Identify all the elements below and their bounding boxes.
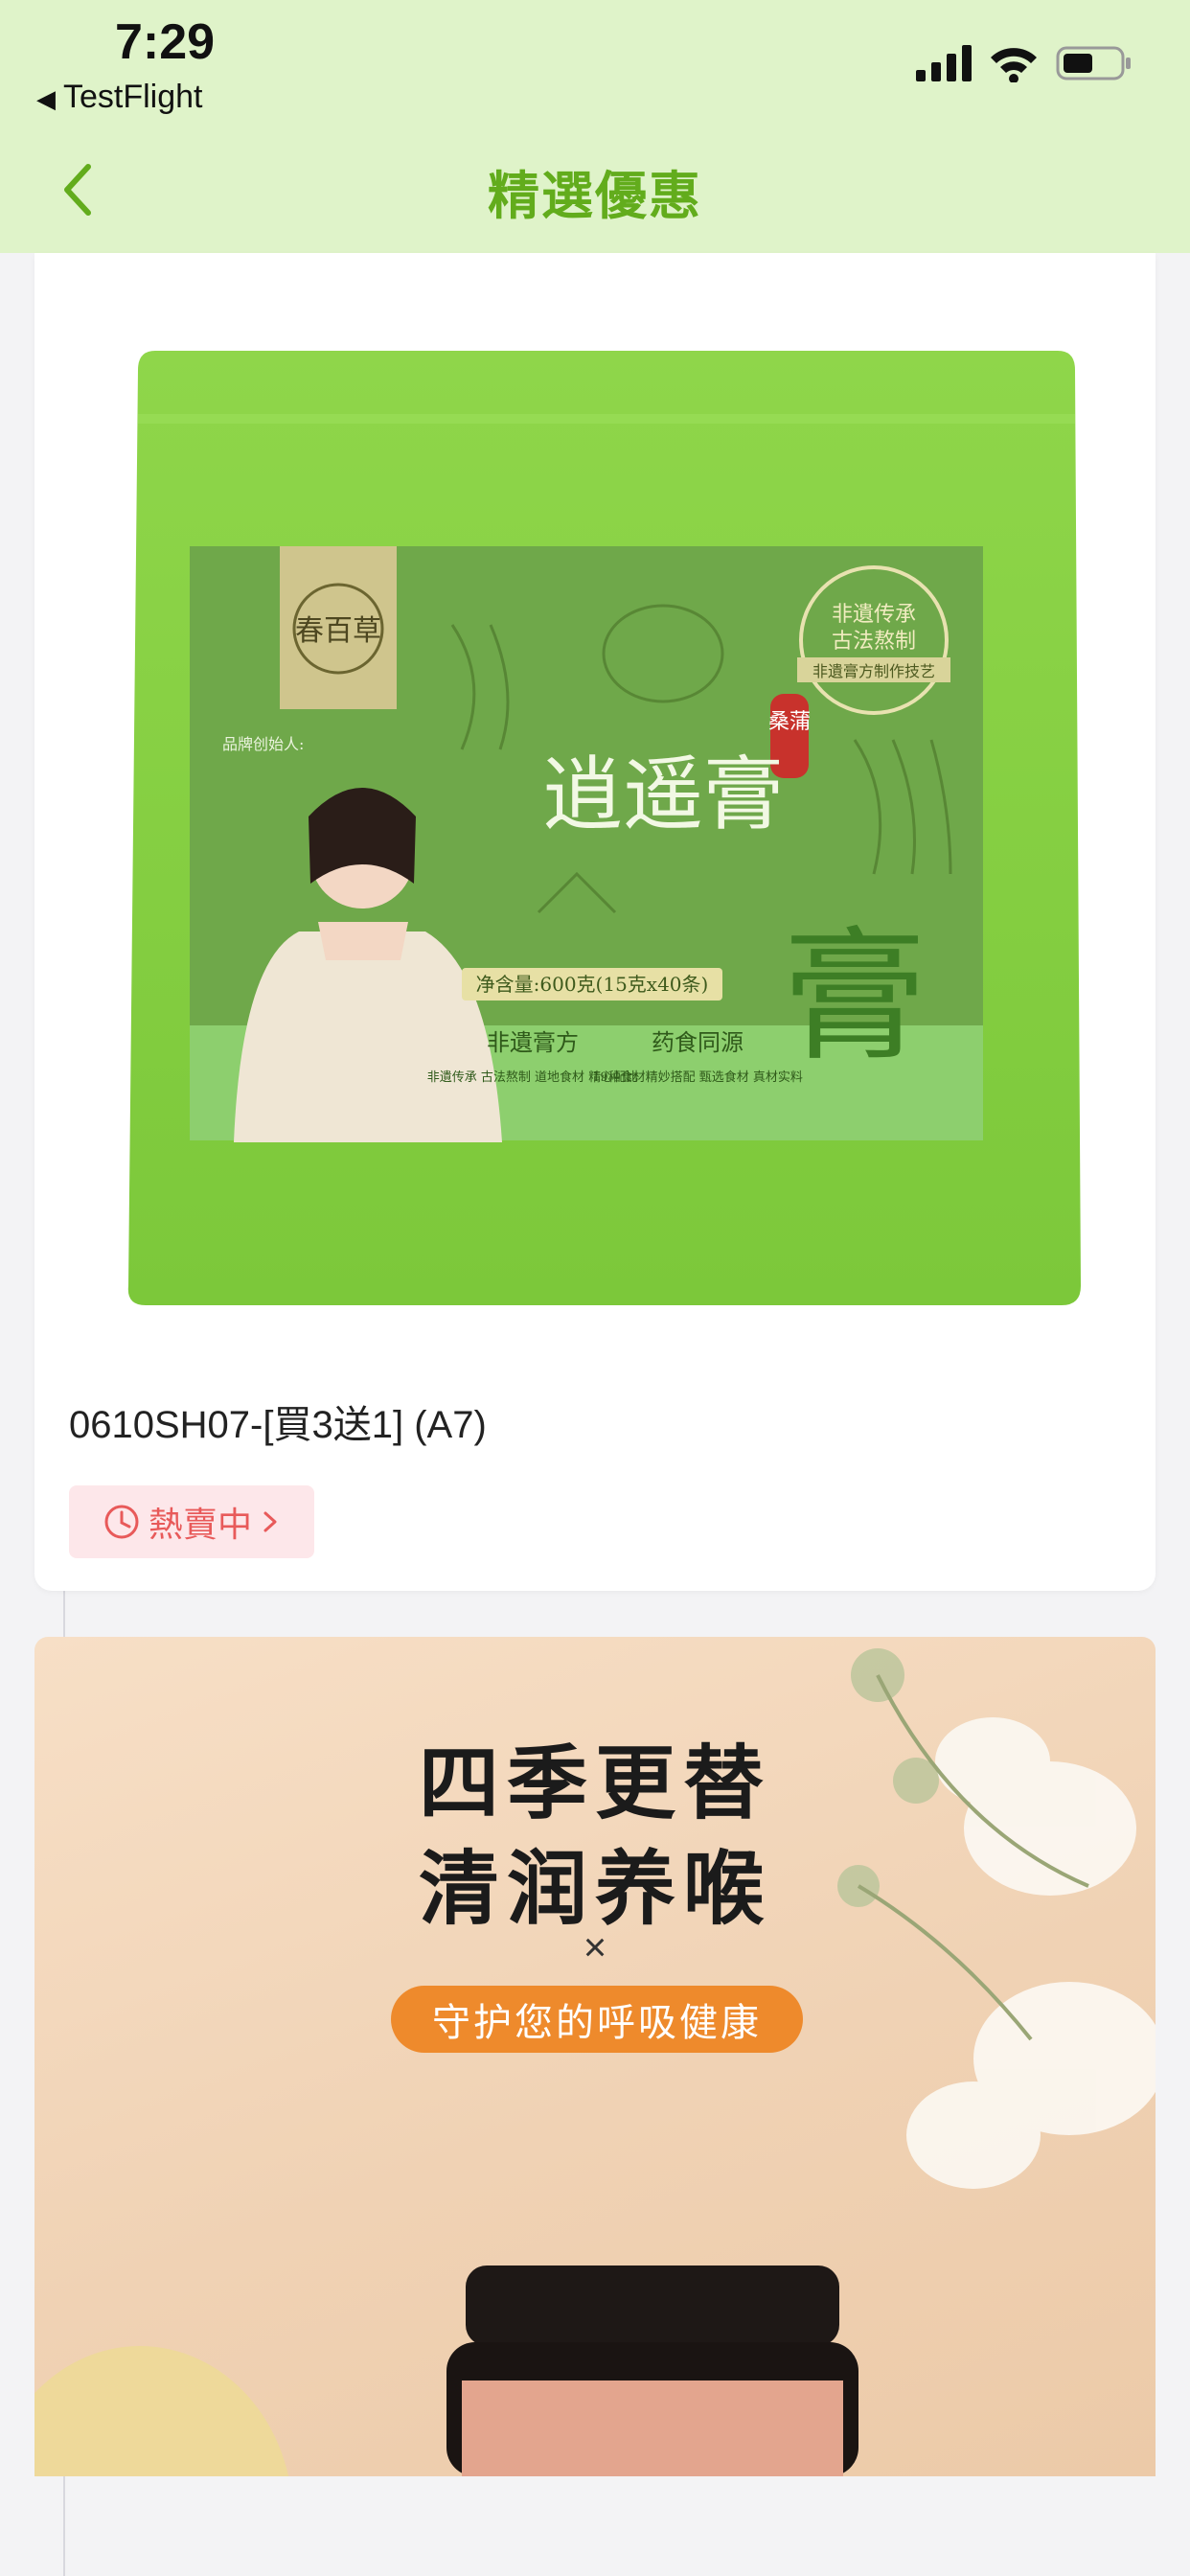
wifi-icon xyxy=(991,48,1037,82)
feature-2-title: 药食同源 xyxy=(652,1029,744,1056)
stamp-line1: 非遺传承 xyxy=(832,603,916,627)
clock-icon xyxy=(104,1505,139,1539)
feature-1-title: 非遺膏方 xyxy=(487,1029,579,1056)
battery-icon xyxy=(1056,46,1131,80)
chevron-right-icon xyxy=(263,1511,277,1532)
app-header: 7:29 ◀ TestFlight 精選優惠 xyxy=(0,0,1190,253)
back-triangle-icon: ◀ xyxy=(36,84,56,113)
feature-2-desc: 19种食材精妙搭配 甄选食材 真材实料 xyxy=(592,1070,803,1085)
product-tag: 桑蒲 xyxy=(768,710,811,734)
jar-illustration xyxy=(446,2266,858,2476)
product-card[interactable]: 春百草 非遺传承 古法熬制 非遺膏方制作技艺 桑蒲 逍遥膏 品牌创始人: 净含量… xyxy=(34,253,1156,1591)
status-icons xyxy=(916,42,1133,84)
stamp-line3: 非遺膏方制作技艺 xyxy=(812,662,935,680)
back-app-label: TestFlight xyxy=(63,79,203,115)
stamp-line2: 古法熬制 xyxy=(832,630,916,654)
status-badge[interactable]: 熱賣中 xyxy=(69,1485,314,1558)
banner-separator: × xyxy=(583,1924,607,1969)
brand-logo-text: 春百草 xyxy=(295,614,381,648)
big-character: 膏 xyxy=(783,914,927,1081)
back-to-app-link[interactable]: ◀ TestFlight xyxy=(36,79,203,116)
product-image[interactable]: 春百草 非遺传承 古法熬制 非遺膏方制作技艺 桑蒲 逍遥膏 品牌创始人: 净含量… xyxy=(126,337,1081,1315)
product-name[interactable]: 0610SH07-[買3送1] (A7) xyxy=(69,1393,487,1449)
net-content: 净含量:600克(15克x40条) xyxy=(476,973,709,996)
founder-label: 品牌创始人: xyxy=(222,735,304,753)
promo-banner[interactable]: 四季更替 清润养喉 × 守护您的呼吸健康 xyxy=(34,1637,1156,2476)
banner-headline-1: 四季更替 xyxy=(418,1738,771,1828)
status-time: 7:29 xyxy=(115,14,216,70)
pear-illustration xyxy=(34,2346,289,2476)
banner-slogan-pill: 守护您的呼吸健康 xyxy=(391,1986,803,2053)
banner-headline-2: 清润养喉 xyxy=(418,1844,771,1934)
status-badge-label: 熱賣中 xyxy=(148,1505,252,1544)
page-title: 精選優惠 xyxy=(488,168,702,225)
signal-icon xyxy=(916,45,972,81)
product-title-vertical: 逍遥膏 xyxy=(542,748,784,841)
